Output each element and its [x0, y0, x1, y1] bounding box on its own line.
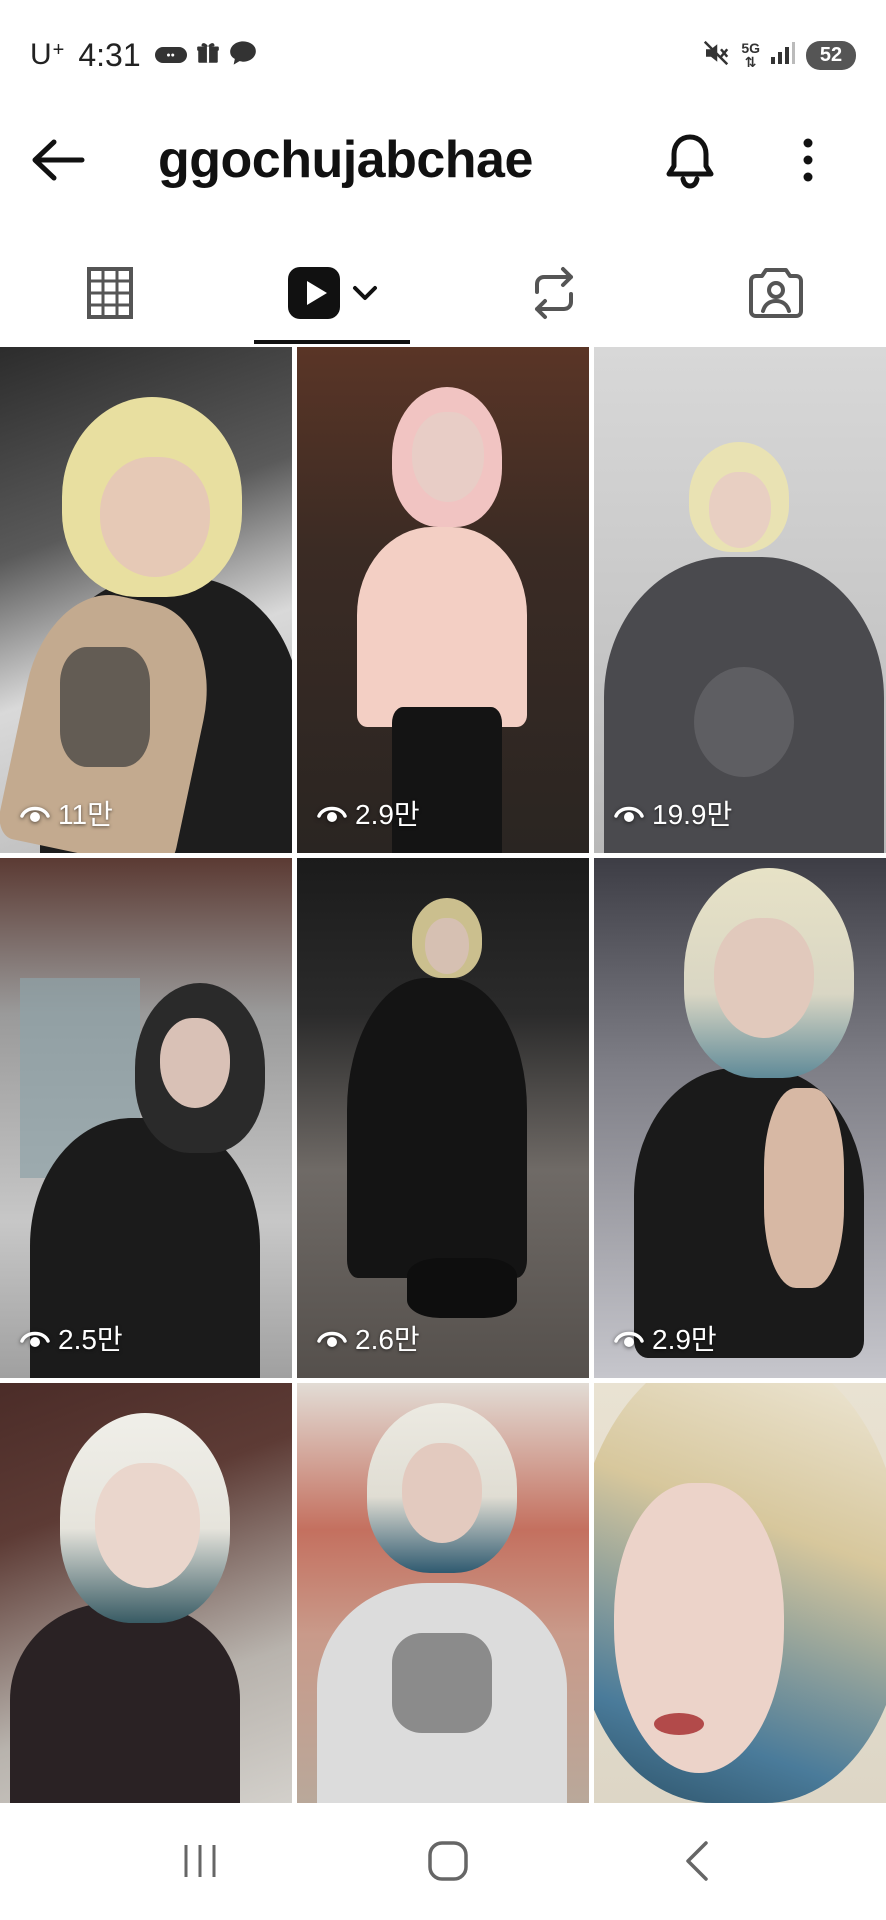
eye-icon [20, 1331, 50, 1347]
back-button-nav[interactable] [656, 1831, 736, 1891]
recents-button[interactable] [160, 1831, 240, 1891]
eye-icon [20, 806, 50, 822]
reel-thumbnail[interactable] [0, 1383, 292, 1803]
eye-icon [317, 1331, 347, 1347]
chevron-down-icon[interactable] [352, 285, 378, 301]
profile-header: ggochujabchae [0, 110, 886, 210]
reel-thumbnail[interactable]: 11만 [0, 347, 292, 853]
reel-thumbnail[interactable]: 19.9만 [594, 347, 886, 853]
eye-icon [614, 1331, 644, 1347]
mute-icon [701, 38, 731, 73]
status-bar: U + 4:31 ●● 5G ⇅ 52 [0, 0, 886, 110]
grid-icon [87, 267, 133, 319]
bell-icon [666, 134, 714, 189]
view-count: 2.5만 [20, 1318, 123, 1358]
reel-thumbnail[interactable] [297, 1383, 589, 1803]
eye-icon [317, 806, 347, 822]
chat-bubble-icon [229, 40, 257, 71]
system-icons: 5G ⇅ 52 [701, 38, 856, 73]
arrow-left-icon [32, 139, 85, 181]
reel-thumbnail[interactable]: 2.6만 [297, 858, 589, 1378]
reels-grid: 11만 2.9만 19.9만 2.5만 2.6만 2.9만 [0, 347, 886, 1803]
home-icon [428, 1841, 468, 1881]
gift-icon [195, 40, 221, 71]
notifications-button[interactable] [660, 128, 720, 192]
page-title: ggochujabchae [158, 131, 533, 189]
more-options-button[interactable] [780, 128, 836, 192]
signal-icon [770, 41, 796, 70]
network-5g-icon: 5G ⇅ [741, 40, 760, 70]
clock: 4:31 [78, 36, 141, 73]
recents-icon [184, 1845, 216, 1877]
carrier-label: U + [30, 38, 65, 71]
tab-reels[interactable] [254, 240, 410, 346]
battery-indicator: 52 [806, 40, 856, 70]
play-icon [288, 267, 340, 319]
reel-thumbnail[interactable]: 2.9만 [594, 858, 886, 1378]
view-count: 11만 [20, 793, 113, 833]
spoon-app-icon: ●● [154, 47, 187, 63]
view-count: 2.9만 [317, 793, 420, 833]
eye-icon [614, 806, 644, 822]
tab-posts[interactable] [60, 240, 160, 346]
repost-icon [535, 267, 573, 319]
selected-tab-indicator [254, 340, 410, 344]
notification-icons: ●● [154, 40, 257, 71]
reel-thumbnail[interactable]: 2.5만 [0, 858, 292, 1378]
tagged-person-icon [749, 268, 803, 318]
tab-reposts[interactable] [504, 240, 604, 346]
system-navigation-bar [0, 1803, 886, 1920]
view-count: 2.9만 [614, 1318, 717, 1358]
view-count: 2.6만 [317, 1318, 420, 1358]
reel-thumbnail[interactable] [594, 1383, 886, 1803]
home-button[interactable] [408, 1831, 488, 1891]
back-icon [686, 1841, 708, 1881]
tab-tagged[interactable] [726, 240, 826, 346]
profile-tabs [0, 240, 886, 346]
more-vertical-icon [803, 138, 813, 182]
back-button[interactable] [26, 132, 90, 188]
view-count: 19.9만 [614, 793, 732, 833]
reel-thumbnail[interactable]: 2.9만 [297, 347, 589, 853]
